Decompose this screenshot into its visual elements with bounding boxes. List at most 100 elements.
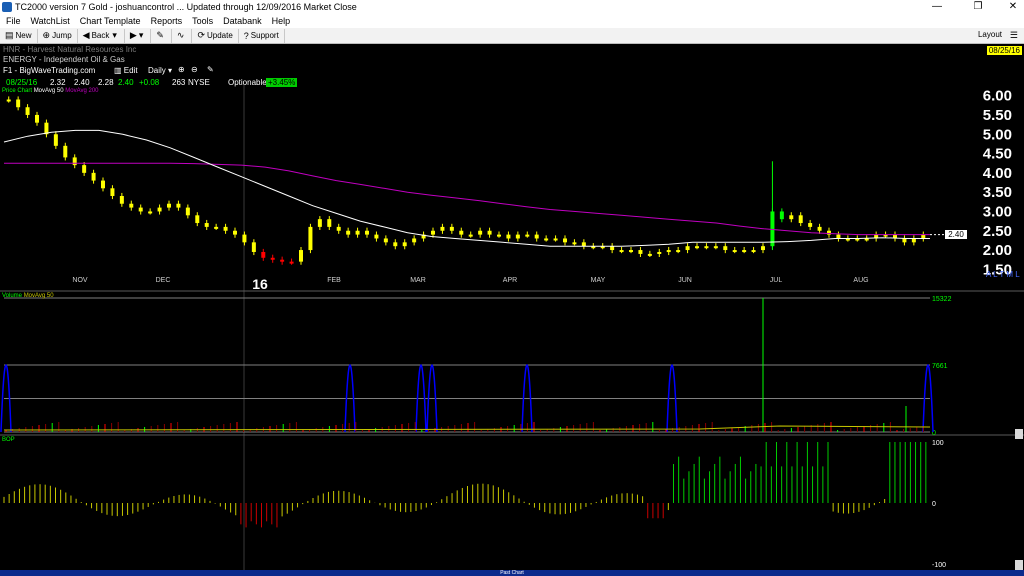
menu-watchlist[interactable]: WatchList: [31, 16, 70, 26]
zoom-out-icon[interactable]: ⊖: [191, 65, 198, 74]
symbol-line: HNR - Harvest Natural Resources Inc: [3, 45, 137, 54]
price-axis-tick-label: 2.00: [983, 242, 1012, 259]
price-candle-body: [515, 234, 520, 239]
zoom-in-icon[interactable]: ⊕: [178, 65, 185, 74]
ma200-legend-label: MovAvg 200: [65, 88, 99, 94]
support-icon: ?: [243, 30, 249, 41]
edit-icon: ▥: [114, 66, 124, 75]
x-axis-month-label: 16: [252, 276, 268, 292]
date-badge: 08/25/16: [986, 46, 1022, 55]
forward-button[interactable]: ▶ ▾: [125, 28, 152, 43]
ma50-line: [3, 129, 930, 247]
price-candle-body: [317, 219, 322, 227]
price-candle-body: [761, 246, 765, 251]
price-candle-body: [53, 134, 58, 146]
new-button[interactable]: ▤ New: [0, 28, 38, 43]
new-label: New: [15, 31, 32, 40]
price-candle-body: [497, 234, 501, 237]
price-candle-body: [619, 250, 624, 253]
price-candle-body: [563, 238, 567, 243]
price-candle-body: [204, 223, 209, 227]
layout-button[interactable]: Layout: [978, 30, 1002, 39]
period-select[interactable]: Daily ▾: [148, 66, 172, 75]
indicator-button[interactable]: ∿: [172, 28, 193, 43]
bop-pane-legend[interactable]: BOP: [2, 437, 15, 443]
price-candle-body: [25, 107, 30, 115]
chart-canvas[interactable]: 6.005.505.004.504.003.503.002.502.001.50…: [0, 44, 1024, 576]
price-candle-body: [534, 234, 539, 239]
price-candle-body: [214, 226, 219, 229]
jump-icon: ⊕: [42, 30, 51, 40]
menu-tools[interactable]: Tools: [192, 16, 213, 26]
pen-icon[interactable]: ✎: [207, 65, 214, 74]
optionable-label: Optionable: [228, 78, 267, 87]
past-chart-tab[interactable]: Past Chart: [0, 570, 1024, 576]
price-candle-body: [157, 207, 162, 212]
price-candle-body: [101, 180, 105, 189]
price-candle-body: [459, 230, 464, 235]
price-candle-body: [6, 99, 11, 102]
menu-file[interactable]: File: [6, 16, 21, 26]
price-candle-body: [365, 230, 369, 235]
price-pane-legend[interactable]: Price Chart MovAvg 50 MovAvg 200: [2, 88, 99, 94]
price-candle-body: [138, 207, 143, 212]
dropdown-arrow-icon: ▾: [138, 30, 144, 40]
price-candle-body: [251, 242, 256, 252]
price-candle-body: [695, 246, 699, 249]
window-title: TC2000 version 7 Gold - joshuancontrol .…: [15, 2, 357, 12]
price-axis-tick-label: 3.50: [983, 184, 1012, 201]
close-button[interactable]: ✕: [990, 0, 1024, 14]
price-candle-body: [751, 250, 756, 253]
price-candle-body: [902, 238, 907, 243]
price-candle-body: [242, 234, 247, 243]
edit-label: Edit: [123, 66, 138, 75]
watchlist-label[interactable]: F1 - BigWaveTrading.com: [3, 66, 95, 75]
back-label: Back: [91, 31, 110, 40]
indicator-icon: ∿: [176, 30, 185, 40]
scroll-up-button[interactable]: [1015, 429, 1023, 439]
menu-chart-template[interactable]: Chart Template: [80, 16, 141, 26]
alert-tools[interactable]: A L T M L: [986, 270, 1020, 279]
price-candle-body: [280, 259, 285, 262]
price-candle-body: [270, 257, 275, 260]
price-candle-body: [676, 250, 681, 253]
sector-line[interactable]: ENERGY - Independent Oil & Gas: [3, 55, 125, 64]
forward-arrow-icon: ▶: [129, 30, 137, 40]
price-candle-body: [327, 219, 332, 227]
volume-axis-tick-label: 7661: [932, 363, 948, 370]
chart-area[interactable]: 6.00 5.50 5.00 4.50 4.00 3.50 3.00 2.50 2.00 1.50…: [0, 44, 1024, 576]
minimize-button[interactable]: —: [914, 0, 960, 14]
menu-help[interactable]: Help: [272, 16, 291, 26]
price-candle-body: [261, 251, 266, 258]
menu-databank[interactable]: Databank: [223, 16, 262, 26]
price-candle-body: [185, 207, 190, 216]
update-button[interactable]: ⟳ Update: [192, 28, 239, 43]
price-axis-tick-label: 6.00: [983, 88, 1012, 105]
period-label: Daily: [148, 66, 166, 75]
draw-tool-button[interactable]: ✎: [151, 28, 172, 43]
quote-close: 2.40: [118, 78, 134, 87]
menu-reports[interactable]: Reports: [151, 16, 183, 26]
jump-button[interactable]: ⊕ Jump: [38, 28, 78, 43]
price-candle-body: [223, 226, 228, 231]
update-label: Update: [206, 31, 233, 40]
quote-open: 2.32: [50, 78, 66, 87]
scroll-down-button[interactable]: [1015, 560, 1023, 570]
volume-legend-label: Volume: [2, 293, 23, 299]
support-button[interactable]: ? Support: [239, 28, 285, 43]
price-candle-body: [346, 230, 351, 235]
price-candle-body: [63, 145, 68, 158]
price-axis-tick-label: 5.00: [983, 126, 1012, 143]
price-candle-body: [374, 234, 379, 239]
back-arrow-icon: ◀: [82, 30, 90, 40]
volume-pane-legend[interactable]: Volume MovAvg 50: [2, 293, 54, 299]
price-candle-body: [233, 230, 237, 235]
price-candle-body: [911, 238, 916, 243]
price-candle-body: [412, 238, 417, 243]
edit-button[interactable]: ▥ Edit: [114, 66, 138, 75]
menu-hamburger-icon[interactable]: ☰: [1010, 30, 1018, 41]
price-legend-label: Price Chart: [2, 88, 33, 94]
price-candle-body: [581, 242, 586, 247]
back-button[interactable]: ◀ Back ▾: [78, 28, 125, 43]
ma200-line: [4, 162, 930, 236]
